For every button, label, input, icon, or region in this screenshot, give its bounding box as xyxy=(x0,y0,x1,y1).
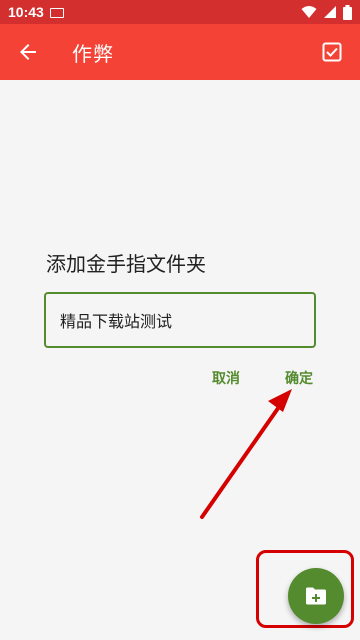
notification-icon xyxy=(49,7,64,18)
cancel-button[interactable]: 取消 xyxy=(212,368,240,388)
dialog-title: 添加金手指文件夹 xyxy=(46,252,206,276)
select-all-button[interactable] xyxy=(304,24,360,80)
add-folder-dialog: 添加金手指文件夹 取消 确定 xyxy=(22,228,338,408)
battery-icon xyxy=(343,4,352,20)
status-bar: 10:43 xyxy=(0,0,360,24)
back-button[interactable] xyxy=(0,24,56,80)
ok-button[interactable]: 确定 xyxy=(285,368,313,388)
wifi-icon xyxy=(301,6,317,18)
add-folder-fab[interactable] xyxy=(288,568,344,624)
app-bar: 作弊 xyxy=(0,24,360,80)
status-time: 10:43 xyxy=(8,4,44,20)
checkbox-icon xyxy=(322,42,342,62)
signal-icon xyxy=(324,6,336,18)
create-new-folder-icon xyxy=(306,587,326,605)
arrow-back-icon xyxy=(20,44,36,60)
folder-name-input[interactable] xyxy=(44,292,316,348)
status-icons xyxy=(301,4,352,20)
page-title: 作弊 xyxy=(72,41,114,66)
